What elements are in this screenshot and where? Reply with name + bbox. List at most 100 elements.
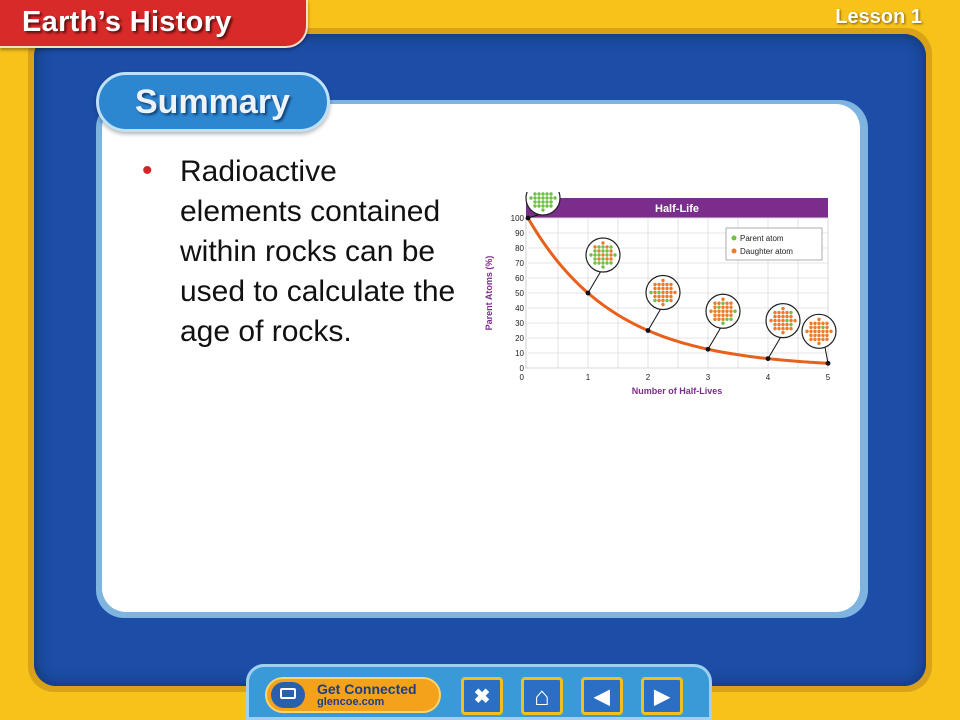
- atom-dot: [769, 318, 773, 323]
- y-tick-label: 40: [515, 304, 524, 313]
- atom-dot: [661, 302, 665, 307]
- atom-dot: [657, 286, 661, 291]
- atom-dot: [549, 196, 553, 200]
- atom-dot: [785, 322, 789, 327]
- atom-dot: [541, 208, 545, 212]
- atom-dot: [813, 321, 817, 326]
- x-tick-label: 2: [646, 373, 651, 382]
- previous-button[interactable]: ◀: [581, 677, 623, 715]
- atom-dot: [605, 257, 609, 261]
- atom-dot: [665, 294, 669, 299]
- atom-dot: [593, 249, 597, 253]
- close-button[interactable]: ✖: [461, 677, 503, 715]
- next-button[interactable]: ▶: [641, 677, 683, 715]
- atom-dot: [809, 337, 813, 342]
- x-axis-label: Number of Half-Lives: [632, 386, 723, 396]
- atom-dot: [657, 282, 661, 287]
- atom-dot: [809, 333, 813, 338]
- atom-dot: [605, 245, 609, 249]
- x-tick-label: 3: [706, 373, 711, 382]
- navigation-bar: Get Connected glencoe.com ✖ ⌂ ◀ ▶: [246, 664, 712, 720]
- atom-dot: [809, 325, 813, 330]
- atom-dot: [777, 314, 781, 319]
- atom-dot: [717, 317, 721, 321]
- x-tick-label: 4: [766, 373, 771, 382]
- atom-dot: [537, 204, 541, 208]
- atom-dot: [721, 301, 725, 305]
- atom-dot: [593, 261, 597, 265]
- atom-dot: [829, 329, 833, 334]
- atom-dot: [825, 325, 829, 330]
- y-tick-label: 80: [515, 244, 524, 253]
- atom-dot: [785, 318, 789, 323]
- get-connected-label: Get Connected: [317, 681, 417, 697]
- y-tick-label: 20: [515, 334, 524, 343]
- legend-daughter-label: Daughter atom: [740, 247, 793, 256]
- atom-dot: [529, 196, 533, 200]
- atom-dot: [817, 317, 821, 322]
- atom-dot: [597, 245, 601, 249]
- atom-dot: [613, 253, 617, 257]
- atom-dot: [665, 298, 669, 303]
- y-axis-ticks: 0 10 20 30 40 50 60 70 80 90 100: [511, 214, 525, 373]
- previous-icon: ◀: [594, 685, 610, 708]
- atom-dot: [549, 200, 553, 204]
- atom-dot: [725, 317, 729, 321]
- atom-dot: [821, 321, 825, 326]
- atom-dot: [825, 337, 829, 342]
- atom-dot: [773, 326, 777, 331]
- y-tick-label: 100: [511, 214, 525, 223]
- atom-dot: [805, 329, 809, 334]
- atom-dot: [653, 290, 657, 295]
- atom-dot: [729, 305, 733, 309]
- atom-dot: [661, 282, 665, 287]
- atom-dot: [721, 305, 725, 309]
- atom-dot: [605, 249, 609, 253]
- atom-dot: [713, 305, 717, 309]
- atom-dot: [733, 309, 737, 313]
- y-tick-label: 10: [515, 349, 524, 358]
- bullet-marker: •: [142, 154, 153, 187]
- lesson-label: Lesson 1: [835, 6, 922, 28]
- atom-dot: [541, 196, 545, 200]
- atom-dot: [545, 196, 549, 200]
- atom-dot: [773, 322, 777, 327]
- atom-dot: [729, 317, 733, 321]
- atom-dot: [609, 253, 613, 257]
- atom-dot: [813, 325, 817, 330]
- atom-dot: [597, 253, 601, 257]
- atom-dot: [605, 253, 609, 257]
- get-connected-button[interactable]: Get Connected glencoe.com: [265, 677, 441, 713]
- atom-dot: [721, 309, 725, 313]
- y-tick-label: 70: [515, 259, 524, 268]
- atom-dot: [653, 282, 657, 287]
- atom-dot: [545, 192, 549, 196]
- atom-dot: [725, 309, 729, 313]
- atom-dot: [717, 305, 721, 309]
- summary-bullet-text: Radioactive elements contained within ro…: [180, 155, 456, 348]
- atom-dot: [609, 257, 613, 261]
- atom-dot: [821, 325, 825, 330]
- atom-dot: [825, 333, 829, 338]
- atom-dot: [809, 321, 813, 326]
- atom-dot: [781, 310, 785, 315]
- atom-dot: [813, 333, 817, 338]
- atom-dot: [785, 326, 789, 331]
- x-tick-label-zero: 0: [520, 373, 525, 382]
- atom-dot: [537, 196, 541, 200]
- atom-dot: [817, 341, 821, 346]
- atom-dot: [773, 310, 777, 315]
- home-button[interactable]: ⌂: [521, 677, 563, 715]
- atom-dot: [597, 261, 601, 265]
- atom-dot: [777, 318, 781, 323]
- atom-dot: [661, 286, 665, 291]
- atom-dot: [817, 337, 821, 342]
- atom-dot: [729, 301, 733, 305]
- atom-dot: [821, 333, 825, 338]
- half-life-chart: Half-Life 0 10 20 30 40 50 60 70 80 90 100 1 2 3 4 5 0 …: [484, 192, 837, 396]
- y-tick-label: 30: [515, 319, 524, 328]
- atom-dot: [709, 309, 713, 313]
- atom-dot: [601, 253, 605, 257]
- atom-dot: [777, 310, 781, 315]
- atom-dot: [781, 306, 785, 311]
